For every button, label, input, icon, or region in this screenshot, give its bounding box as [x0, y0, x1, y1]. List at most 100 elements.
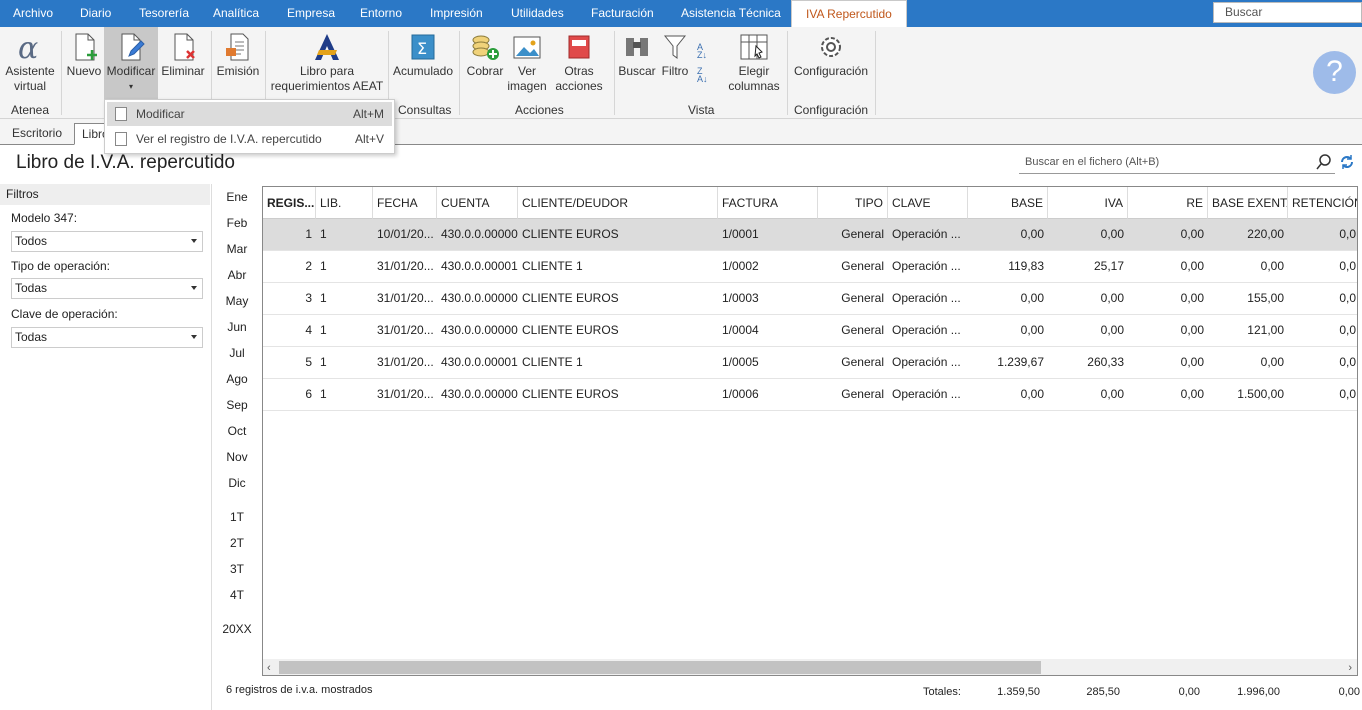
table-cell: 1 — [320, 387, 327, 401]
menu-tab-asistencia[interactable]: Asistencia Técnica — [681, 0, 781, 27]
month-button[interactable]: Ene — [222, 190, 252, 204]
emision-button[interactable]: Emisión — [214, 27, 262, 99]
tipo-select[interactable]: Todas — [11, 278, 203, 299]
month-button[interactable]: Ago — [222, 372, 252, 386]
menu-item-ver-registro[interactable]: Ver el registro de I.V.A. repercutido Al… — [107, 127, 392, 151]
horizontal-scrollbar[interactable]: ‹ › — [263, 659, 1357, 675]
column-header[interactable]: BASE EXENTA — [1208, 187, 1288, 219]
table-cell: 0,00 — [1100, 323, 1124, 337]
scroll-right-icon[interactable]: › — [1348, 662, 1352, 674]
new-document-icon — [75, 33, 97, 61]
menu-tab-empresa[interactable]: Empresa — [287, 0, 335, 27]
table-cell: 260,33 — [1087, 355, 1124, 369]
otras-acciones-button[interactable]: Otras acciones — [549, 27, 609, 99]
ver-imagen-button[interactable]: Ver imagen — [507, 27, 547, 99]
modelo-value: Todos — [15, 234, 48, 248]
column-header[interactable]: BASE — [968, 187, 1048, 219]
quarter-button[interactable]: 3T — [222, 562, 252, 576]
menu-tab-entorno[interactable]: Entorno — [360, 0, 402, 27]
group-label-configuracion: Configuración — [794, 103, 869, 117]
top-search-input[interactable]: Buscar — [1213, 2, 1362, 23]
menu-tab-utilidades[interactable]: Utilidades — [511, 0, 564, 27]
table-row[interactable]: 3 1 31/01/20... 430.0.0.00000 CLIENTE EUROS 1… — [263, 283, 1357, 315]
file-search-input[interactable]: Buscar en el fichero (Alt+B) — [1019, 151, 1335, 174]
table-cell: 0,00 — [1180, 323, 1204, 337]
acumulado-button[interactable]: Σ Acumulado — [392, 27, 454, 99]
modificar-label: Modificar — [106, 64, 156, 78]
table-cell: 10/01/20... — [377, 227, 434, 241]
month-button[interactable]: Jun — [222, 320, 252, 334]
menu-tab-analitica[interactable]: Analítica — [213, 0, 259, 27]
table-cell: 31/01/20... — [377, 355, 434, 369]
month-button[interactable]: Mar — [222, 242, 252, 256]
cobrar-button[interactable]: Cobrar — [464, 27, 506, 99]
asistente-virtual-button[interactable]: α Asistente virtual — [4, 27, 56, 99]
filtro-button[interactable]: Filtro — [658, 27, 692, 99]
total-retencion: 0,00 — [1338, 686, 1360, 698]
year-button[interactable]: 20XX — [222, 622, 252, 636]
tipo-label: Tipo de operación: — [11, 259, 110, 273]
month-button[interactable]: Dic — [222, 476, 252, 490]
help-icon[interactable]: ? — [1313, 51, 1356, 94]
month-button[interactable]: Oct — [222, 424, 252, 438]
tab-escritorio[interactable]: Escritorio — [5, 123, 69, 145]
month-button[interactable]: May — [222, 294, 252, 308]
month-button[interactable]: Jul — [222, 346, 252, 360]
quarter-button[interactable]: 1T — [222, 510, 252, 524]
table-cell: 2 — [305, 259, 312, 273]
modelo-select[interactable]: Todos — [11, 231, 203, 252]
column-header[interactable]: IVA — [1048, 187, 1128, 219]
modificar-button[interactable]: Modificar ▾ — [104, 27, 158, 99]
table-cell: 3 — [305, 291, 312, 305]
otras-label: Otras acciones — [555, 64, 603, 93]
filtro-label: Filtro — [661, 64, 689, 78]
elegir-columnas-button[interactable]: Elegir columnas — [726, 27, 782, 99]
column-header[interactable]: RETENCIÓN — [1288, 187, 1357, 219]
scroll-left-icon[interactable]: ‹ — [267, 662, 271, 674]
table-cell: 1/0001 — [722, 227, 759, 241]
menu-tab-diario[interactable]: Diario — [80, 0, 111, 27]
month-button[interactable]: Feb — [222, 216, 252, 230]
month-button[interactable]: Nov — [222, 450, 252, 464]
emision-label: Emisión — [216, 64, 260, 78]
column-header[interactable]: REGIS... — [263, 187, 316, 219]
column-header[interactable]: RE — [1128, 187, 1208, 219]
table-row[interactable]: 6 1 31/01/20... 430.0.0.00000 CLIENTE EUROS 1… — [263, 379, 1357, 411]
table-row[interactable]: 1 1 10/01/20... 430.0.0.00000 CLIENTE EUROS 1… — [263, 219, 1357, 251]
search-icon[interactable] — [1316, 154, 1332, 170]
menu-tab-impresion[interactable]: Impresión — [430, 0, 483, 27]
nuevo-button[interactable]: Nuevo — [66, 27, 102, 99]
clave-value: Todas — [15, 330, 48, 344]
column-header[interactable]: CLAVE — [888, 187, 968, 219]
refresh-icon[interactable] — [1339, 154, 1355, 170]
quarter-button[interactable]: 4T — [222, 588, 252, 602]
table-row[interactable]: 5 1 31/01/20... 430.0.0.00001 CLIENTE 1 1/000… — [263, 347, 1357, 379]
column-header[interactable]: FACTURA — [718, 187, 818, 219]
table-row[interactable]: 2 1 31/01/20... 430.0.0.00001 CLIENTE 1 1/000… — [263, 251, 1357, 283]
month-button[interactable]: Sep — [222, 398, 252, 412]
eliminar-button[interactable]: Eliminar — [160, 27, 206, 99]
menu-tab-archivo[interactable]: Archivo — [13, 0, 53, 27]
table-cell: 0,00 — [1020, 387, 1044, 401]
menu-item-modificar[interactable]: Modificar Alt+M — [107, 102, 392, 126]
column-header[interactable]: TIPO — [818, 187, 888, 219]
quarter-button[interactable]: 2T — [222, 536, 252, 550]
libro-aeat-button[interactable]: Libro para requerimientos AEAT — [270, 27, 384, 99]
menu-tab-iva-repercutido[interactable]: IVA Repercutido — [791, 0, 907, 27]
menu-tab-tesoreria[interactable]: Tesorería — [139, 0, 189, 27]
column-header[interactable]: FECHA — [373, 187, 437, 219]
scrollbar-thumb[interactable] — [279, 661, 1041, 674]
buscar-button[interactable]: Buscar — [618, 27, 656, 99]
column-header[interactable]: LIB. — [316, 187, 373, 219]
clave-select[interactable]: Todas — [11, 327, 203, 348]
table-row[interactable]: 4 1 31/01/20... 430.0.0.00000 CLIENTE EUROS 1… — [263, 315, 1357, 347]
table-cell: Operación ... — [892, 323, 961, 337]
sort-az-icon[interactable]: A Z↓ Z A↓ — [697, 43, 715, 84]
column-header[interactable]: CLIENTE/DEUDOR — [518, 187, 718, 219]
column-header[interactable]: CUENTA — [437, 187, 518, 219]
menu-tab-facturacion[interactable]: Facturación — [591, 0, 654, 27]
configuracion-button[interactable]: Configuración — [791, 27, 871, 99]
table-cell: 0,00 — [1180, 355, 1204, 369]
page-title: Libro de I.V.A. repercutido — [16, 152, 235, 173]
month-button[interactable]: Abr — [222, 268, 252, 282]
